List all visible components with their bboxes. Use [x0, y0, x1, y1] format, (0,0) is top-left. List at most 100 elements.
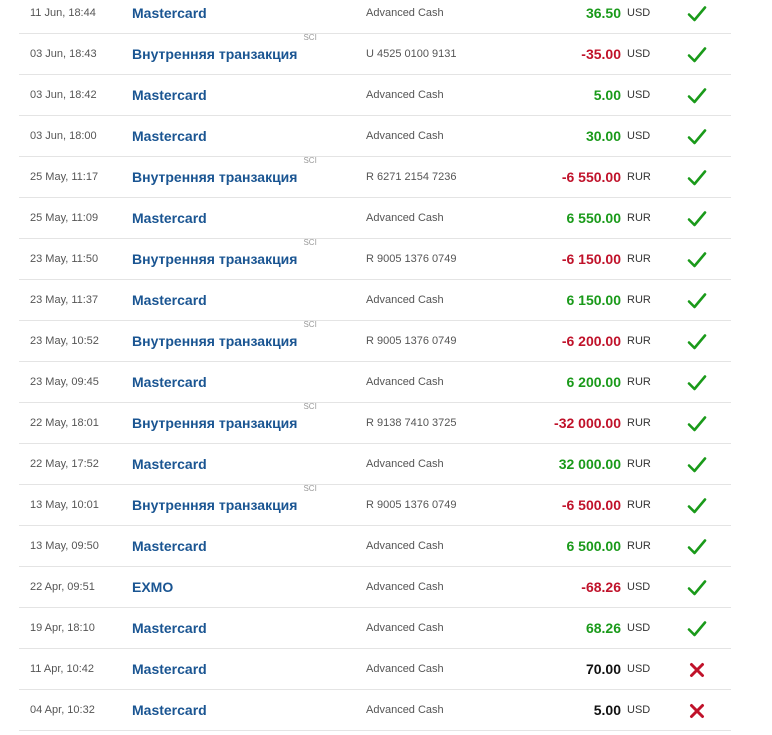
transaction-name-link[interactable]: Внутренняя транзакция SCI [132, 402, 317, 443]
transaction-date: 13 May, 09:50 [30, 540, 99, 552]
transaction-name-link[interactable]: Mastercard [132, 280, 207, 320]
table-row[interactable]: 22 Apr, 09:51 EXMO Advanced Cash -68.26 … [19, 567, 731, 608]
check-icon [687, 373, 707, 393]
transaction-amount: 36.50 [585, 5, 621, 21]
check-icon [687, 496, 707, 516]
transaction-name-label: EXMO [132, 579, 174, 595]
transaction-account: R 9005 1376 0749 [366, 335, 457, 347]
transaction-name-label: Mastercard [132, 661, 207, 677]
transaction-account: Advanced Cash [366, 89, 444, 101]
table-row[interactable]: 22 May, 17:52 Mastercard Advanced Cash 3… [19, 444, 731, 485]
check-icon [687, 332, 707, 352]
check-icon [687, 414, 707, 434]
transaction-date: 22 May, 17:52 [30, 458, 99, 470]
check-icon [687, 86, 707, 106]
transaction-date: 19 Apr, 18:10 [30, 622, 95, 634]
transaction-currency: RUR [627, 376, 651, 388]
sci-badge: SCI [303, 33, 317, 42]
table-row[interactable]: 23 May, 09:45 Mastercard Advanced Cash 6… [19, 362, 731, 403]
transaction-account: Advanced Cash [366, 704, 444, 716]
transaction-name-link[interactable]: Внутренняя транзакция SCI [132, 238, 317, 279]
transaction-amount: 6 150.00 [566, 292, 622, 308]
table-row[interactable]: 13 May, 10:01 Внутренняя транзакция SCI … [19, 484, 731, 526]
transaction-amount: 6 200.00 [566, 374, 622, 390]
transaction-name-label: Mastercard [132, 210, 207, 226]
transaction-name-label: Mastercard [132, 374, 207, 390]
sci-badge: SCI [303, 484, 317, 493]
table-row[interactable]: 22 May, 18:01 Внутренняя транзакция SCI … [19, 402, 731, 444]
transaction-date: 22 Apr, 09:51 [30, 581, 95, 593]
transaction-date: 25 May, 11:09 [30, 212, 99, 224]
transaction-name-link[interactable]: Mastercard [132, 198, 207, 238]
table-row[interactable]: 23 May, 10:52 Внутренняя транзакция SCI … [19, 320, 731, 362]
transaction-name-label: Внутренняя транзакция [132, 415, 298, 431]
transaction-account: U 4525 0100 9131 [366, 48, 457, 60]
transaction-currency: RUR [627, 253, 651, 265]
table-row[interactable]: 25 May, 11:17 Внутренняя транзакция SCI … [19, 156, 731, 198]
check-icon [687, 127, 707, 147]
transaction-name-link[interactable]: Mastercard [132, 444, 207, 484]
transaction-amount: -6 550.00 [561, 169, 621, 185]
transaction-name-link[interactable]: Mastercard [132, 649, 207, 689]
transaction-name-link[interactable]: Внутренняя транзакция SCI [132, 484, 317, 525]
transaction-account: Advanced Cash [366, 458, 444, 470]
transaction-account: Advanced Cash [366, 581, 444, 593]
transaction-currency: RUR [627, 417, 651, 429]
transaction-name-link[interactable]: Mastercard [132, 690, 207, 730]
transaction-date: 11 Apr, 10:42 [30, 663, 95, 675]
table-row[interactable]: 19 Apr, 18:10 Mastercard Advanced Cash 6… [19, 608, 731, 649]
table-row[interactable]: 25 May, 11:09 Mastercard Advanced Cash 6… [19, 198, 731, 239]
transaction-name-label: Внутренняя транзакция [132, 46, 298, 62]
transaction-date: 03 Jun, 18:42 [30, 89, 97, 101]
table-row[interactable]: 03 Jun, 18:00 Mastercard Advanced Cash 3… [19, 116, 731, 157]
transaction-currency: RUR [627, 171, 651, 183]
transaction-date: 04 Apr, 10:32 [30, 704, 95, 716]
transactions-table: 11 Jun, 18:44 Mastercard Advanced Cash 3… [19, 0, 731, 731]
transaction-name-link[interactable]: Внутренняя транзакция SCI [132, 320, 317, 361]
sci-badge: SCI [303, 238, 317, 247]
transaction-account: Advanced Cash [366, 663, 444, 675]
transaction-account: Advanced Cash [366, 7, 444, 19]
check-icon [687, 209, 707, 229]
transaction-name-link[interactable]: Внутренняя транзакция SCI [132, 33, 317, 74]
transaction-name-link[interactable]: Mastercard [132, 362, 207, 402]
transaction-amount: 5.00 [593, 87, 621, 103]
transaction-currency: RUR [627, 294, 651, 306]
table-row[interactable]: 11 Apr, 10:42 Mastercard Advanced Cash 7… [19, 649, 731, 690]
transaction-name-link[interactable]: EXMO [132, 567, 173, 607]
transaction-currency: USD [627, 704, 651, 716]
transaction-name-link[interactable]: Mastercard [132, 0, 207, 33]
transaction-amount: -6 200.00 [561, 333, 621, 349]
transaction-amount: -35.00 [581, 46, 621, 62]
transaction-account: Advanced Cash [366, 294, 444, 306]
check-icon [687, 168, 707, 188]
transaction-name-link[interactable]: Mastercard [132, 116, 207, 156]
transaction-account: Advanced Cash [366, 540, 444, 552]
transaction-name-link[interactable]: Mastercard [132, 526, 207, 566]
transaction-currency: USD [627, 622, 651, 634]
cross-icon [687, 701, 707, 721]
transaction-currency: RUR [627, 540, 651, 552]
transaction-date: 23 May, 09:45 [30, 376, 99, 388]
table-row[interactable]: 04 Apr, 10:32 Mastercard Advanced Cash 5… [19, 690, 731, 731]
sci-badge: SCI [303, 402, 317, 411]
table-row[interactable]: 23 May, 11:50 Внутренняя транзакция SCI … [19, 238, 731, 280]
transaction-name-label: Внутренняя транзакция [132, 251, 298, 267]
transaction-amount: -6 500.00 [561, 497, 621, 513]
transaction-name-link[interactable]: Внутренняя транзакция SCI [132, 156, 317, 197]
transaction-name-link[interactable]: Mastercard [132, 608, 207, 648]
transaction-account: R 9005 1376 0749 [366, 253, 457, 265]
transaction-name-label: Внутренняя транзакция [132, 497, 298, 513]
check-icon [687, 578, 707, 598]
transaction-currency: USD [627, 7, 651, 19]
check-icon [687, 455, 707, 475]
table-row[interactable]: 23 May, 11:37 Mastercard Advanced Cash 6… [19, 280, 731, 321]
table-row[interactable]: 13 May, 09:50 Mastercard Advanced Cash 6… [19, 526, 731, 567]
transaction-name-link[interactable]: Mastercard [132, 75, 207, 115]
transaction-date: 22 May, 18:01 [30, 417, 99, 429]
transaction-account: Advanced Cash [366, 622, 444, 634]
table-row[interactable]: 03 Jun, 18:43 Внутренняя транзакция SCI … [19, 33, 731, 75]
transaction-amount: 70.00 [585, 661, 621, 677]
table-row[interactable]: 11 Jun, 18:44 Mastercard Advanced Cash 3… [19, 0, 731, 34]
table-row[interactable]: 03 Jun, 18:42 Mastercard Advanced Cash 5… [19, 75, 731, 116]
